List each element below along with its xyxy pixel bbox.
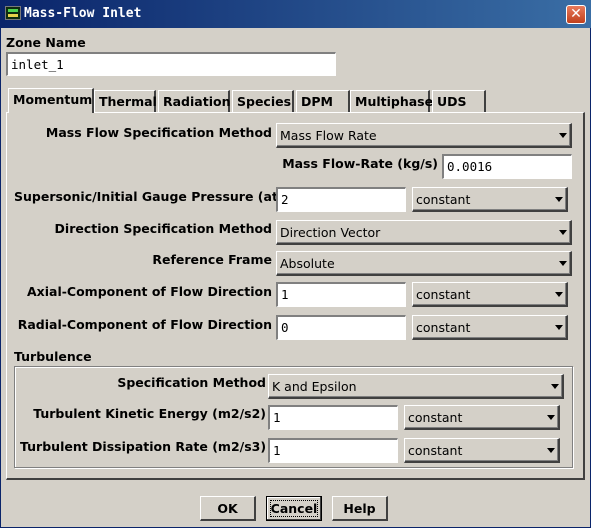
tab-radiation[interactable]: Radiation xyxy=(158,90,230,112)
tke-method-value: constant xyxy=(408,410,463,425)
axial-component-label: Axial-Component of Flow Direction xyxy=(26,284,272,299)
tab-thermal[interactable]: Thermal xyxy=(94,90,157,112)
axial-component-input[interactable]: 1 xyxy=(276,282,406,307)
reference-frame-dropdown[interactable]: Absolute xyxy=(276,251,572,276)
radial-method-value: constant xyxy=(416,320,471,335)
cancel-button[interactable]: Cancel xyxy=(266,496,322,521)
radial-component-label: Radial-Component of Flow Direction xyxy=(17,317,272,332)
pressure-method-value: constant xyxy=(416,192,471,207)
direction-spec-label: Direction Specification Method xyxy=(54,221,272,236)
chevron-down-icon xyxy=(559,133,567,138)
mass-flow-spec-value: Mass Flow Rate xyxy=(280,128,377,143)
tdr-method-value: constant xyxy=(408,443,463,458)
pressure-input[interactable]: 2 xyxy=(276,187,406,212)
turbulence-spec-dropdown[interactable]: K and Epsilon xyxy=(268,374,564,399)
direction-spec-value: Direction Vector xyxy=(280,225,381,240)
chevron-down-icon xyxy=(555,325,563,330)
reference-frame-value: Absolute xyxy=(280,256,335,271)
turbulence-group-label: Turbulence xyxy=(14,349,92,364)
tdr-input[interactable]: 1 xyxy=(268,438,398,463)
chevron-down-icon xyxy=(555,197,563,202)
tdr-method-dropdown[interactable]: constant xyxy=(404,438,560,463)
tke-method-dropdown[interactable]: constant xyxy=(404,405,560,430)
app-icon xyxy=(5,6,21,20)
zone-name-input[interactable]: inlet_1 xyxy=(6,52,336,76)
axial-method-value: constant xyxy=(416,287,471,302)
tab-uds[interactable]: UDS xyxy=(432,90,486,112)
tke-label: Turbulent Kinetic Energy (m2/s2) xyxy=(33,406,266,421)
chevron-down-icon xyxy=(559,230,567,235)
help-button[interactable]: Help xyxy=(332,496,388,521)
tdr-label: Turbulent Dissipation Rate (m2/s3) xyxy=(20,439,267,454)
tke-input[interactable]: 1 xyxy=(268,405,398,430)
chevron-down-icon xyxy=(547,415,555,420)
reference-frame-label: Reference Frame xyxy=(152,252,272,267)
ok-button[interactable]: OK xyxy=(200,496,256,521)
axial-method-dropdown[interactable]: constant xyxy=(412,282,568,307)
mass-flow-spec-dropdown[interactable]: Mass Flow Rate xyxy=(276,123,572,148)
chevron-down-icon xyxy=(559,261,567,266)
pressure-method-dropdown[interactable]: constant xyxy=(412,187,568,212)
tab-species[interactable]: Species xyxy=(232,90,294,112)
turbulence-spec-label: Specification Method xyxy=(117,375,266,390)
chevron-down-icon xyxy=(555,292,563,297)
pressure-label: Supersonic/Initial Gauge Pressure (atm) xyxy=(14,189,297,204)
radial-component-input[interactable]: 0 xyxy=(276,315,406,340)
zone-name-label: Zone Name xyxy=(6,35,86,50)
mass-flow-rate-input[interactable]: 0.0016 xyxy=(442,154,572,179)
close-button[interactable]: ✕ xyxy=(566,5,586,24)
chevron-down-icon xyxy=(551,384,559,389)
mass-flow-spec-label: Mass Flow Specification Method xyxy=(45,125,272,140)
tab-multiphase[interactable]: Multiphase xyxy=(350,90,433,112)
window-title: Mass-Flow Inlet xyxy=(24,6,142,21)
direction-spec-dropdown[interactable]: Direction Vector xyxy=(276,220,572,245)
chevron-down-icon xyxy=(547,448,555,453)
turbulence-spec-value: K and Epsilon xyxy=(272,379,357,394)
tab-momentum[interactable]: Momentum xyxy=(8,88,94,113)
tab-dpm[interactable]: DPM xyxy=(296,90,350,112)
mass-flow-rate-label: Mass Flow-Rate (kg/s) xyxy=(282,156,438,171)
radial-method-dropdown[interactable]: constant xyxy=(412,315,568,340)
